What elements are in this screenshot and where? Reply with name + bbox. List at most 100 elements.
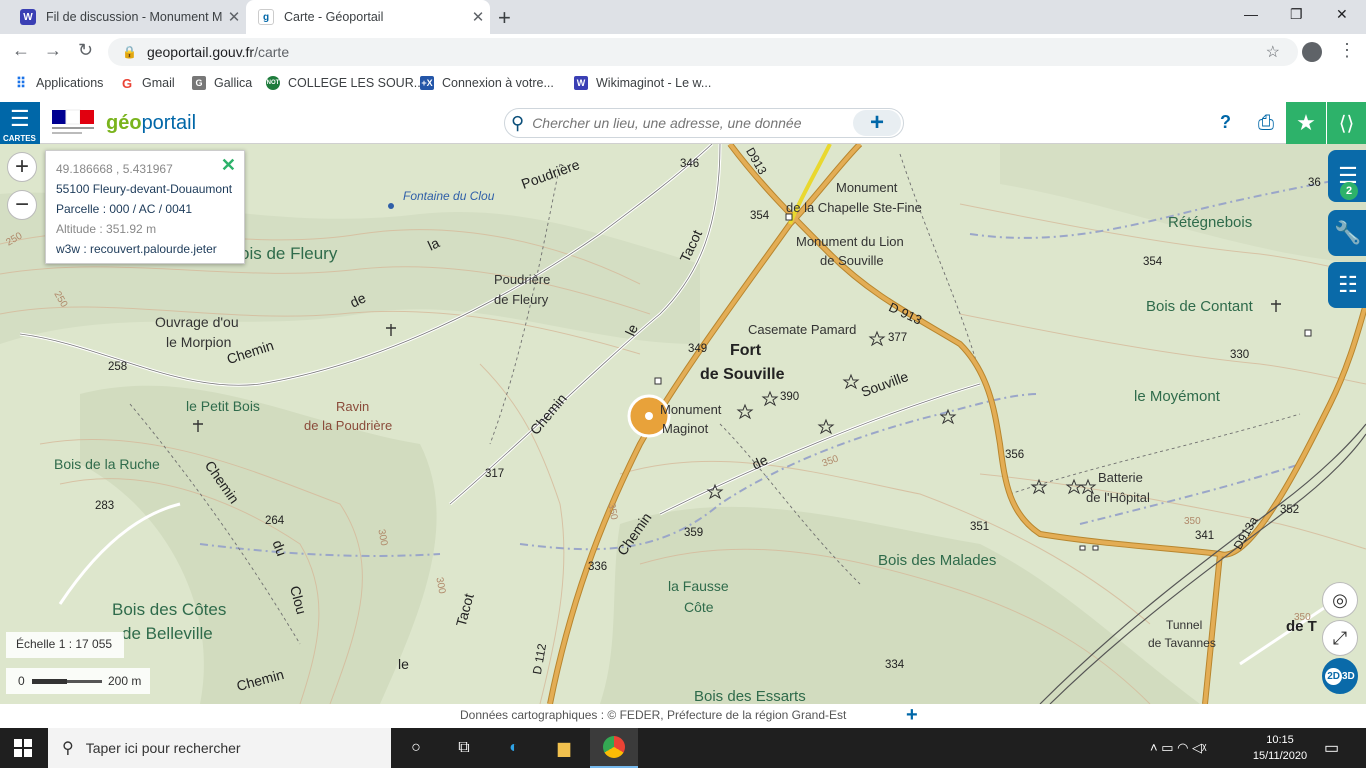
gallica-icon: G xyxy=(192,76,206,90)
bookmark-gallica[interactable]: G Gallica xyxy=(192,76,252,90)
location-info-popup: ✕ 49.186668 , 5.431967 55100 Fleury-deva… xyxy=(45,150,245,264)
bookmark-gmail[interactable]: G Gmail xyxy=(120,76,175,91)
map-label: Poudrière xyxy=(494,272,551,287)
reload-icon[interactable]: ↻ xyxy=(78,40,93,61)
search-icon: ⚲ xyxy=(62,740,74,757)
map-label: Côte xyxy=(684,599,714,615)
map-label: Ouvrage d'ou xyxy=(155,314,239,330)
close-tab-icon[interactable]: ✕ xyxy=(222,8,246,26)
bookmark-connexion[interactable]: +X Connexion à votre... xyxy=(420,76,554,90)
altitude-label: 354 xyxy=(1143,256,1163,268)
taskbar-clock[interactable]: 10:15 15/11/2020 xyxy=(1250,732,1310,764)
favorites-star-icon[interactable]: ★ xyxy=(1286,102,1326,144)
zoom-out-button[interactable]: − xyxy=(7,190,37,220)
map-label: Bois de Contant xyxy=(1146,298,1253,315)
search-icon[interactable]: ⚲ xyxy=(511,113,524,134)
notification-icon[interactable]: ▭ xyxy=(1324,738,1339,758)
wiki-favicon-icon: W xyxy=(20,9,36,25)
zoom-in-button[interactable]: + xyxy=(7,152,37,182)
map-label: Ravin xyxy=(336,399,370,414)
map-canvas[interactable]: Fontaine du Clou ois de Fleury Poudrière… xyxy=(0,144,1366,704)
address-bar[interactable]: 🔒 geoportail.gouv.fr/carte ☆ xyxy=(108,38,1298,66)
help-button[interactable]: ? xyxy=(1220,112,1231,133)
altitude-label: 258 xyxy=(108,361,128,373)
attribution-expand-button[interactable]: + xyxy=(906,704,918,727)
layers-button[interactable]: ☰ 2 xyxy=(1328,150,1366,202)
search-input[interactable] xyxy=(524,110,853,136)
windows-start-icon[interactable] xyxy=(14,739,32,757)
altitude-label: 264 xyxy=(265,515,285,527)
map-label: Monument xyxy=(660,402,722,417)
altitude-label: 334 xyxy=(885,659,905,671)
cortana-icon[interactable]: ○ xyxy=(404,736,428,760)
tab-wikimaginot[interactable]: W Fil de discussion - Monument Ma ✕ xyxy=(8,0,246,34)
url-host: geoportail.gouv.fr xyxy=(146,44,255,60)
geolocate-button[interactable]: ◎ xyxy=(1322,582,1358,618)
map-label: Casemate Pamard xyxy=(748,322,857,337)
chrome-taskbar-icon[interactable] xyxy=(590,728,638,768)
altitude-label: 351 xyxy=(970,521,990,533)
bookmark-star-icon[interactable]: ☆ xyxy=(1266,42,1280,62)
map-label: Tunnel xyxy=(1166,618,1203,632)
list-icon: ☷ xyxy=(1338,272,1358,297)
map-label: le xyxy=(398,656,409,672)
tab-geoportail[interactable]: g Carte - Géoportail ✕ xyxy=(246,0,490,34)
altitude-label: 341 xyxy=(1195,530,1215,542)
scale-length: 200 m xyxy=(108,674,142,688)
map-label: Monument du Lion xyxy=(796,234,904,249)
altitude-label: 346 xyxy=(680,158,700,170)
search-box: ⚲ + xyxy=(504,108,904,138)
view-2d-3d-toggle[interactable]: 2D 3D xyxy=(1322,658,1358,694)
map-label: Rétégnebois xyxy=(1168,214,1253,231)
bookmark-label: Wikimaginot - Le w... xyxy=(596,76,712,90)
map-label: de Souville xyxy=(700,366,785,383)
file-explorer-icon[interactable]: ▆ xyxy=(552,736,576,760)
map-label: le Petit Bois xyxy=(186,398,260,414)
view-3d-label: 3D xyxy=(1342,670,1355,682)
back-icon[interactable]: ← xyxy=(12,40,30,61)
tools-wrench-button[interactable]: 🔧 xyxy=(1328,210,1366,256)
task-view-icon[interactable]: ⧉ xyxy=(452,736,476,760)
bookmark-wikimaginot[interactable]: W Wikimaginot - Le w... xyxy=(574,76,711,90)
forward-icon[interactable]: → xyxy=(44,40,62,61)
edge-icon[interactable]: ◐ xyxy=(502,736,526,760)
taskbar-search[interactable]: ⚲ Taper ici pour rechercher xyxy=(48,728,391,768)
lock-icon: 🔒 xyxy=(122,45,137,59)
altitude-label: 354 xyxy=(750,210,770,222)
legend-list-button[interactable]: ☷ xyxy=(1328,262,1366,308)
logo-geo: géo xyxy=(106,112,142,134)
cartes-menu-button[interactable]: ☰ CARTES xyxy=(0,102,40,144)
advanced-search-plus-button[interactable]: + xyxy=(853,109,901,136)
map-label: de Belleville xyxy=(122,624,213,643)
wrench-icon: 🔧 xyxy=(1334,220,1362,245)
scale-bar-line xyxy=(32,679,102,684)
tab-title: Carte - Géoportail xyxy=(284,10,384,24)
system-tray[interactable]: ˄ ▭ ◠ ◁ᵡ xyxy=(1150,740,1207,756)
maximize-icon[interactable]: ❐ xyxy=(1290,6,1303,23)
altitude-label: 359 xyxy=(684,527,704,539)
map-label: Bois des Essarts xyxy=(694,688,806,704)
new-tab-button[interactable]: + xyxy=(498,5,511,31)
print-icon[interactable]: ⎙ xyxy=(1246,102,1286,144)
share-icon[interactable]: ⟨⟩ xyxy=(1326,102,1366,144)
bookmark-applications[interactable]: ⠿ Applications xyxy=(14,75,104,91)
chrome-menu-icon[interactable]: ⋮ xyxy=(1338,40,1356,61)
popup-coordinates[interactable]: 49.186668 , 5.431967 xyxy=(56,159,234,179)
popup-altitude: Altitude : 351.92 m xyxy=(56,222,157,236)
close-window-icon[interactable]: ✕ xyxy=(1336,6,1348,23)
fullscreen-button[interactable]: ⤢ xyxy=(1322,620,1358,656)
clock-date: 15/11/2020 xyxy=(1252,750,1308,762)
geoportail-logo[interactable]: géoportail xyxy=(106,112,196,135)
bookmark-label: Applications xyxy=(36,76,104,90)
view-2d-label: 2D xyxy=(1325,667,1342,685)
close-icon[interactable]: ✕ xyxy=(221,155,236,176)
minimize-icon[interactable]: — xyxy=(1244,6,1258,22)
close-tab-icon[interactable]: ✕ xyxy=(466,8,490,26)
map-label: de la Poudrière xyxy=(304,418,393,433)
profile-avatar[interactable] xyxy=(1302,42,1322,62)
wiki-favicon-icon: W xyxy=(574,76,588,90)
chrome-icon xyxy=(603,736,625,758)
altitude-label: 349 xyxy=(688,343,708,355)
bookmark-college[interactable]: NOT COLLEGE LES SOUR... xyxy=(266,76,424,90)
map-label: Maginot xyxy=(662,421,709,436)
